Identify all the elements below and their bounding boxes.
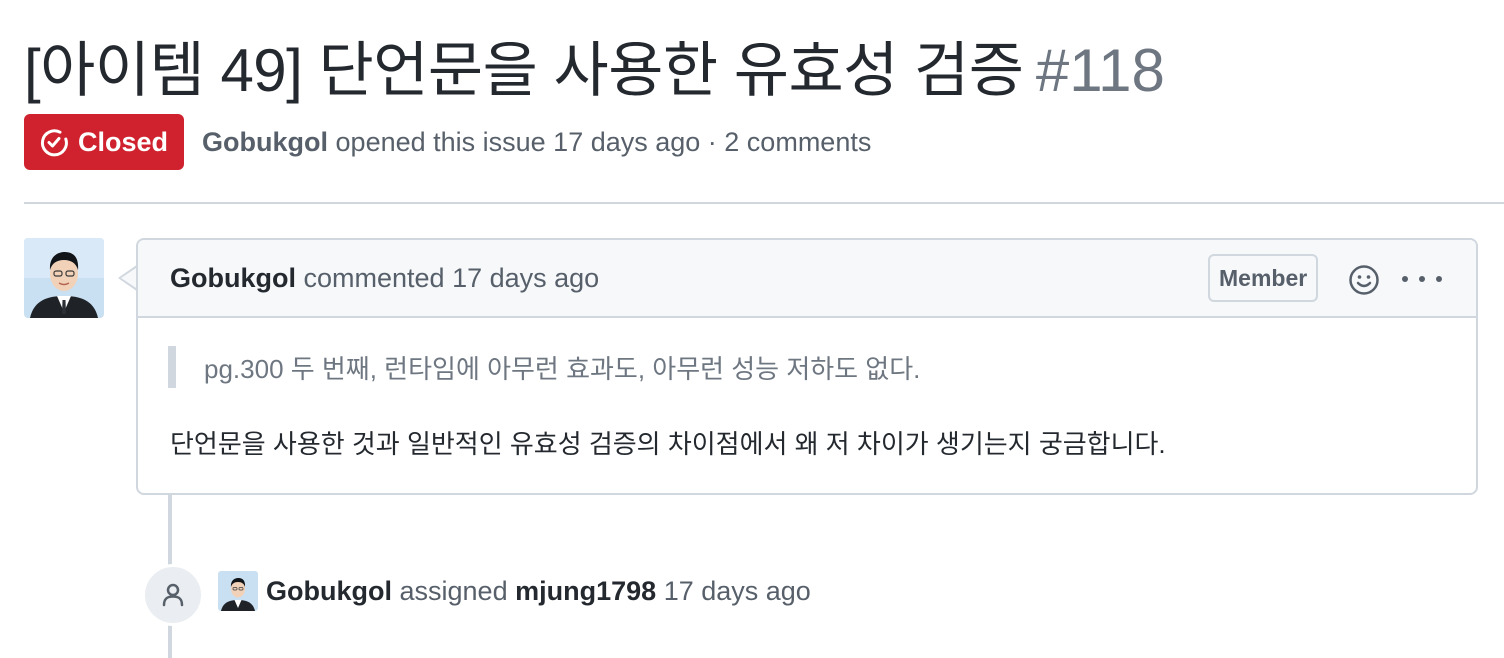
- issue-opened-text: opened this issue 17 days ago · 2 commen…: [335, 126, 872, 157]
- event-time[interactable]: 17 days ago: [664, 576, 811, 606]
- person-icon: [162, 583, 184, 607]
- state-badge: Closed: [24, 114, 185, 170]
- issue-closed-icon: [40, 129, 68, 157]
- comment-author-link[interactable]: Gobukgol: [170, 263, 296, 293]
- comment-header-text: Gobukgol commented 17 days ago: [170, 263, 599, 294]
- kebab-horizontal-icon[interactable]: [1402, 264, 1442, 294]
- header-divider: [24, 202, 1504, 204]
- issue-title: [아이템 49] 단언문을 사용한 유효성 검증: [24, 37, 1024, 104]
- event-actor-link[interactable]: Gobukgol: [266, 576, 392, 606]
- issue-meta: Gobukgol opened this issue 17 days ago ·…: [202, 127, 871, 158]
- event-assignee-link[interactable]: mjung1798: [515, 576, 656, 606]
- event-text: Gobukgol assigned mjung1798 17 days ago: [266, 576, 811, 607]
- comment-header: Gobukgol commented 17 days ago Member: [138, 240, 1476, 318]
- avatar[interactable]: [24, 238, 104, 318]
- comment: Gobukgol commented 17 days ago Member pg…: [136, 238, 1478, 495]
- issue-number: #118: [1035, 37, 1165, 104]
- comment-timestamp[interactable]: commented 17 days ago: [304, 263, 600, 293]
- event-action: assigned: [399, 575, 508, 606]
- event-avatar[interactable]: [218, 571, 258, 611]
- comment-quote: pg.300 두 번째, 런타임에 아무런 효과도, 아무런 성능 저하도 없다…: [168, 346, 920, 388]
- smiley-icon[interactable]: [1348, 264, 1380, 296]
- event-avatar-photo: [218, 571, 258, 611]
- issue-title-row: [아이템 49] 단언문을 사용한 유효성 검증 #118: [24, 22, 1165, 109]
- avatar-photo: [24, 238, 104, 318]
- member-badge: Member: [1208, 254, 1319, 302]
- issue-status-row: Closed Gobukgol opened this issue 17 day…: [24, 114, 871, 170]
- state-label: Closed: [78, 126, 169, 157]
- issue-author-link[interactable]: Gobukgol: [202, 127, 328, 157]
- assigned-event-badge: [142, 564, 204, 626]
- assigned-event: Gobukgol assigned mjung1798 17 days ago: [218, 571, 811, 611]
- comment-paragraph: 단언문을 사용한 것과 일반적인 유효성 검증의 차이점에서 왜 저 차이가 생…: [170, 429, 1166, 459]
